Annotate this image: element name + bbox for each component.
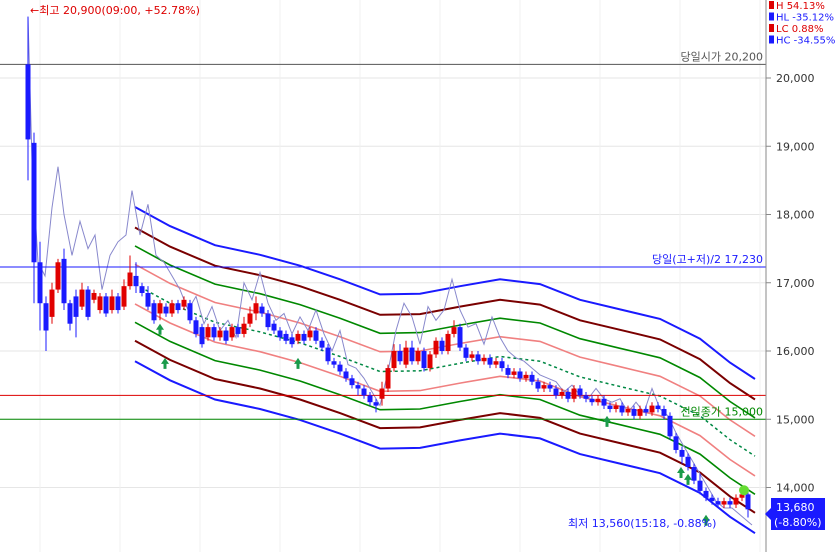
candle	[103, 292, 109, 317]
stat-swatch	[769, 1, 774, 9]
candle	[667, 412, 673, 440]
current-change: (-8.80%)	[774, 516, 822, 529]
ref-line-label: 당일시가 20,200	[681, 49, 763, 63]
candle	[187, 299, 193, 324]
current-price-box: 13,680 (-8.80%)	[765, 498, 825, 530]
y-tick-label: 18,000	[776, 209, 815, 222]
y-tick-label: 16,000	[776, 345, 815, 358]
candle	[55, 258, 61, 293]
candle	[385, 364, 391, 392]
candle	[199, 323, 205, 348]
y-tick-label: 14,000	[776, 482, 815, 495]
y-tick-label: 15,000	[776, 413, 815, 426]
ref-line-label: 전일종가 15,000	[681, 404, 763, 418]
ref-line-label: 당일(고+저)/2 17,230	[652, 252, 763, 266]
high-label: ←최고 20,900(09:00, +52.78%)	[30, 4, 200, 17]
low-label: 최저 13,560(15:18, -0.88%)	[568, 517, 716, 530]
candle	[85, 286, 91, 321]
y-tick-label: 20,000	[776, 72, 815, 85]
candle	[421, 347, 427, 372]
stock-chart: 당일시가 20,200 당일(고+저)/2 17,230 전일종가 15,000 1…	[0, 0, 838, 552]
stat-text: HL -35.12%	[776, 13, 834, 24]
candle	[457, 323, 463, 351]
stat-swatch	[769, 24, 774, 32]
stat-swatch	[769, 35, 774, 44]
y-tick-label: 19,000	[776, 140, 815, 153]
y-tick-label: 17,000	[776, 277, 815, 290]
stat-text: H 54.13%	[776, 1, 825, 12]
stat-swatch	[769, 12, 774, 21]
candle	[445, 330, 451, 355]
candle	[151, 299, 157, 324]
current-price: 13,680	[776, 501, 815, 514]
stat-text: LC 0.88%	[776, 24, 824, 35]
stat-text: HC -34.55%	[776, 36, 835, 47]
signal-dot	[739, 485, 749, 496]
